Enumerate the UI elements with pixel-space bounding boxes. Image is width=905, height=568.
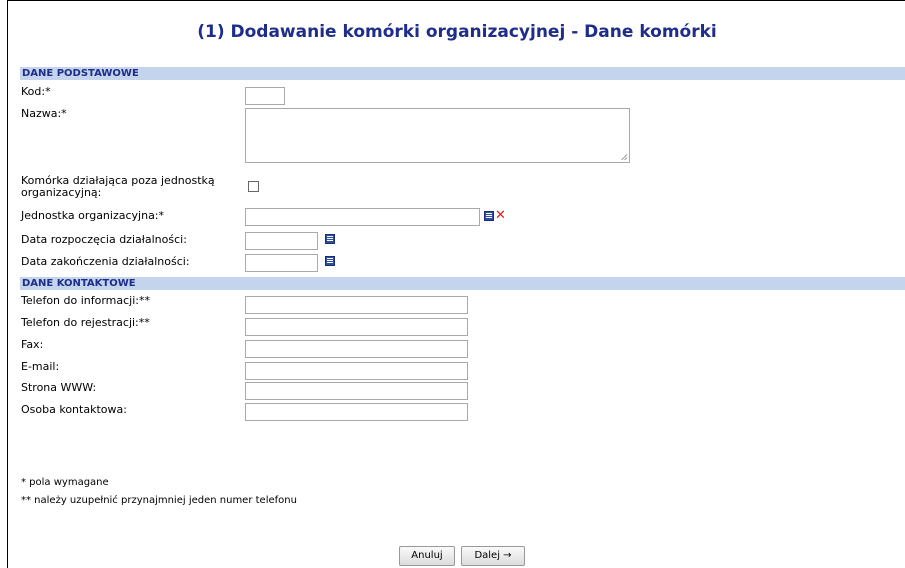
phone-info-label: Telefon do informacji:** bbox=[21, 294, 151, 307]
section-basic-label: DANE PODSTAWOWE bbox=[22, 68, 139, 79]
unit-clear-icon[interactable]: ✕ bbox=[495, 209, 506, 222]
nazwa-label: Nazwa:* bbox=[21, 107, 67, 120]
end-date-label: Data zakończenia działalności: bbox=[21, 255, 190, 268]
page-title: (1) Dodawanie komórki organizacyjnej - D… bbox=[197, 22, 717, 42]
cancel-button[interactable]: Anuluj bbox=[399, 546, 455, 566]
end-date-calendar-icon[interactable] bbox=[325, 256, 335, 266]
unit-input[interactable] bbox=[245, 208, 480, 226]
contact-person-label: Osoba kontaktowa: bbox=[21, 403, 127, 416]
start-date-input[interactable] bbox=[245, 232, 318, 250]
section-basic: DANE PODSTAWOWE bbox=[20, 67, 905, 80]
required-note: * pola wymagane bbox=[21, 477, 109, 488]
resize-handle[interactable] bbox=[621, 154, 627, 160]
start-date-label: Data rozpoczęcia działalności: bbox=[21, 233, 187, 246]
www-input[interactable] bbox=[245, 382, 468, 400]
kod-label: Kod:* bbox=[21, 85, 51, 98]
kod-input[interactable] bbox=[245, 87, 285, 105]
section-contact-label: DANE KONTAKTOWE bbox=[22, 278, 136, 289]
contact-person-input[interactable] bbox=[245, 403, 468, 421]
fax-label: Fax: bbox=[21, 338, 44, 351]
unit-label: Jednostka organizacyjna:* bbox=[21, 209, 165, 222]
end-date-input[interactable] bbox=[245, 254, 318, 272]
outside-unit-label-line2: organizacyjną: bbox=[21, 186, 102, 199]
email-label: E-mail: bbox=[21, 360, 60, 373]
www-label: Strona WWW: bbox=[21, 381, 97, 394]
phone-reg-input[interactable] bbox=[245, 318, 468, 336]
fax-input[interactable] bbox=[245, 340, 468, 358]
unit-select-icon[interactable] bbox=[484, 211, 494, 221]
phone-note: ** należy uzupełnić przynajmniej jeden n… bbox=[21, 495, 297, 506]
next-button[interactable]: Dalej → bbox=[461, 546, 525, 566]
phone-reg-label: Telefon do rejestracji:** bbox=[21, 316, 150, 329]
nazwa-textarea[interactable] bbox=[245, 108, 630, 163]
outside-unit-checkbox[interactable] bbox=[248, 181, 259, 192]
outside-unit-label: Komórka działająca poza jednostką organi… bbox=[21, 175, 215, 199]
form-frame: (1) Dodawanie komórki organizacyjnej - D… bbox=[7, 0, 905, 568]
section-contact: DANE KONTAKTOWE bbox=[20, 277, 905, 290]
phone-info-input[interactable] bbox=[245, 296, 468, 314]
email-input[interactable] bbox=[245, 362, 468, 380]
start-date-calendar-icon[interactable] bbox=[325, 234, 335, 244]
